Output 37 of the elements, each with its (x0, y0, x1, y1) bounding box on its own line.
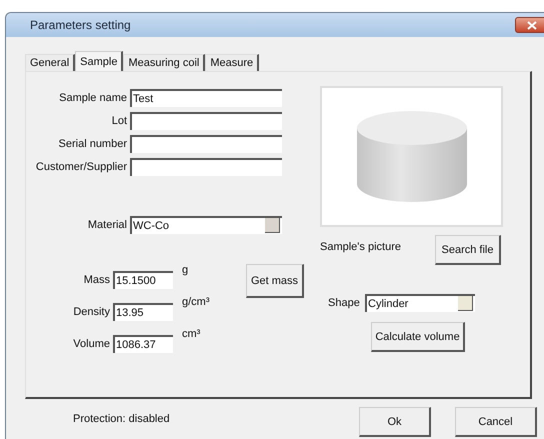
input-field[interactable]: 1086.37 (113, 334, 173, 352)
input-field[interactable]: 13.95 (113, 302, 173, 320)
field-label: Customer/Supplier (34, 160, 128, 172)
calculate-volume-button[interactable]: Calculate volume (371, 322, 465, 352)
field-label: Mass (82, 274, 111, 286)
field-label: Material (86, 218, 128, 230)
tab[interactable]: Measuring coil (123, 54, 206, 71)
tab[interactable]: Measure (205, 54, 260, 71)
unit-label: g/cm³ (182, 296, 210, 308)
tab[interactable]: General (25, 54, 76, 71)
close-button[interactable] (515, 17, 544, 33)
input-field[interactable]: 15.1500 (113, 270, 173, 288)
field-label: Serial number (58, 138, 128, 150)
combo-box[interactable]: WC-Co (130, 216, 282, 234)
field-label: Lot (110, 114, 128, 126)
close-icon (527, 20, 537, 30)
combo-box[interactable]: Cylinder (365, 294, 475, 312)
field-label: Volume (72, 338, 111, 350)
search-file-button[interactable]: Search file (435, 235, 501, 265)
input-field[interactable] (130, 134, 282, 152)
cancel-button[interactable]: Cancel (455, 407, 537, 437)
dropdown-button[interactable] (458, 296, 473, 311)
field-label: Sample name (58, 92, 128, 104)
dropdown-button[interactable] (265, 218, 280, 233)
field-label: Density (72, 306, 111, 318)
field-label: Shape (328, 296, 361, 308)
window-title: Parameters setting (30, 18, 131, 32)
picture-caption: Sample's picture (320, 241, 401, 253)
status-text: Protection: disabled (73, 413, 171, 425)
input-field[interactable] (130, 112, 282, 130)
get-mass-button[interactable]: Get mass (246, 264, 304, 298)
input-field[interactable] (130, 158, 282, 176)
unit-label: g (182, 264, 188, 276)
input-field[interactable]: Test (130, 88, 282, 106)
tab[interactable]: Sample (75, 51, 124, 71)
unit-label: cm³ (182, 328, 200, 340)
ok-button[interactable]: Ok (359, 407, 431, 437)
